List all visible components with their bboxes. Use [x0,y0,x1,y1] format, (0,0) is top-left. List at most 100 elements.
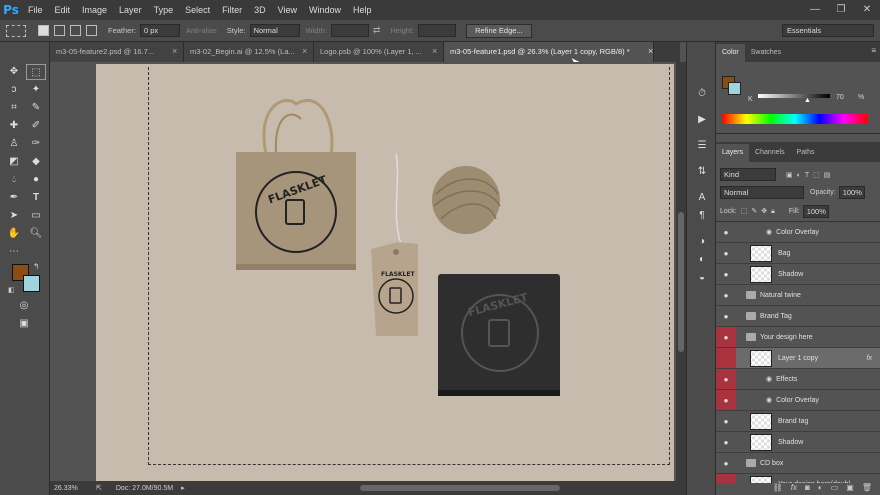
visibility-eye-icon[interactable]: ● [716,438,736,447]
fx-icon[interactable]: fx [791,483,797,495]
tab-close-icon[interactable]: × [432,46,437,56]
move-tool-icon[interactable]: ✥ [4,64,24,80]
screen-mode-icon[interactable]: ▣ [14,316,34,332]
layer-row[interactable]: ● Bag [716,243,880,264]
healing-brush-icon[interactable]: ✚ [4,118,24,134]
paint-bucket-icon[interactable]: ◆ [26,154,46,170]
visibility-eye-icon[interactable]: ● [716,369,736,389]
shape-tool-icon[interactable]: ▭ [26,208,46,224]
paragraph-icon[interactable]: ¶ [694,208,710,224]
marquee-tool-icon[interactable]: ⬚ [26,64,46,80]
folder-icon[interactable] [746,459,756,467]
layer-row[interactable]: ● CD box [716,453,880,474]
visibility-eye-icon[interactable] [716,348,736,368]
tab-begin-ai[interactable]: m3-02_Begin.ai @ 12.5% (La... [184,42,314,62]
layer-name[interactable]: Brand Tag [760,313,792,320]
tab-channels[interactable]: Channels [749,144,791,162]
visibility-eye-icon[interactable]: ● [716,228,736,237]
crop-tool-icon[interactable]: ⌗ [4,100,24,116]
layer-name[interactable]: Shadow [778,439,803,446]
tab-feature2[interactable]: m3-05-feature2.psd @ 16.7... [50,42,184,62]
menu-type[interactable]: Type [148,0,180,20]
new-group-icon[interactable]: ▭ [831,483,839,495]
layer-row[interactable]: ● ◉ Effects [716,369,880,390]
properties-icon[interactable]: ⇅ [694,164,710,180]
tab-close-icon[interactable]: × [648,46,653,56]
actions-icon[interactable]: ▶ [694,112,710,128]
layer-row[interactable]: ● Shadow [716,264,880,285]
layer-name[interactable]: CD box [760,460,783,467]
visibility-eye-icon[interactable]: ● [716,249,736,258]
tab-close-icon[interactable]: × [302,46,307,56]
layers-icon[interactable]: ◐ [694,252,710,268]
effect-eye-icon[interactable]: ◉ [766,396,772,404]
tab-paths[interactable]: Paths [791,144,821,162]
layer-row[interactable]: ● ◉ Color Overlay [716,222,880,243]
panel-menu-icon[interactable]: ≡ [871,46,876,55]
tab-color[interactable]: Color [716,44,745,62]
layer-name[interactable]: Shadow [778,271,803,278]
k-slider-handle[interactable]: ▲ [804,97,811,104]
menu-view[interactable]: View [272,0,303,20]
layer-row[interactable]: ● Your design here [716,327,880,348]
canvas-area[interactable]: FLASKLET FLASKLET FLASKLET [50,62,676,481]
spectrum-bar[interactable] [722,114,868,124]
marquee-tool-preset-icon[interactable] [6,24,26,37]
layer-row[interactable]: ● Natural twine [716,285,880,306]
new-selection-icon[interactable] [38,25,49,36]
clone-stamp-icon[interactable]: ♙ [4,136,24,152]
workspace-select[interactable]: Essentials [782,24,874,37]
tab-feature1[interactable]: m3-05-feature1.psd @ 26.3% (Layer 1 copy… [444,42,654,62]
eraser-icon[interactable]: ◩ [4,154,24,170]
lock-icons[interactable]: ⬚✎✥🔒︎ [741,207,779,216]
refine-edge-button[interactable]: Refine Edge... [466,23,532,38]
channels-icon[interactable]: ◒ [694,270,710,286]
menu-window[interactable]: Window [303,0,347,20]
menu-file[interactable]: File [22,0,49,20]
layer-name[interactable]: Color Overlay [776,397,819,404]
menu-image[interactable]: Image [76,0,113,20]
visibility-eye-icon[interactable]: ● [716,291,736,300]
lasso-tool-icon[interactable]: ↄ [4,82,24,98]
swap-icon[interactable]: ⇄ [373,25,381,36]
adjustment-layer-icon[interactable]: ◐ [818,483,823,495]
tab-swatches[interactable]: Swatches [745,44,787,62]
color-bg-swatch[interactable] [728,82,741,95]
visibility-eye-icon[interactable]: ● [716,417,736,426]
k-value[interactable]: 70 [836,94,844,101]
k-slider[interactable] [758,94,830,98]
menu-layer[interactable]: Layer [113,0,148,20]
default-colors-icon[interactable]: ◧ [8,286,15,294]
minimize-button[interactable]: — [802,0,828,20]
horizontal-scroll-thumb[interactable] [360,485,560,491]
subtract-selection-icon[interactable] [70,25,81,36]
eyedropper-icon[interactable]: ✎ [26,100,46,116]
more-tools-icon[interactable]: ⋯ [4,244,24,260]
mask-icon[interactable]: ◙ [805,483,810,495]
magic-wand-icon[interactable]: ✦ [26,82,46,98]
type-tool-icon[interactable]: T [26,190,46,206]
maximize-button[interactable]: ❐ [828,0,854,20]
hand-tool-icon[interactable]: ✋ [4,226,24,242]
layer-name[interactable]: Brand tag [778,418,808,425]
layer-row[interactable]: ● ◉ Color Overlay [716,390,880,411]
feather-input[interactable]: 0 px [139,24,180,37]
height-input[interactable] [418,24,457,37]
history-brush-icon[interactable]: ✑ [26,136,46,152]
vertical-scrollbar[interactable] [676,62,686,481]
background-color-swatch[interactable] [23,275,40,292]
layer-row[interactable]: ● Shadow [716,432,880,453]
trash-icon[interactable]: 🗑︎ [862,483,872,495]
effect-eye-icon[interactable]: ◉ [766,228,772,236]
add-selection-icon[interactable] [54,25,65,36]
brush-tool-icon[interactable]: ✐ [26,118,46,134]
opacity-input[interactable]: 100% [838,186,865,199]
zoom-tool-icon[interactable]: 🔍︎ [26,226,46,242]
path-selection-icon[interactable]: ➤ [4,208,24,224]
layer-name[interactable]: Effects [776,376,797,383]
kind-filter[interactable]: Kind [720,168,776,181]
layers-list[interactable]: ● ◉ Color Overlay ● Bag ● Shadow ● Natural twine… [716,222,880,485]
adjustments-icon[interactable]: ☰ [694,138,710,154]
effect-eye-icon[interactable]: ◉ [766,375,772,383]
layer-row[interactable]: ● Brand Tag [716,306,880,327]
